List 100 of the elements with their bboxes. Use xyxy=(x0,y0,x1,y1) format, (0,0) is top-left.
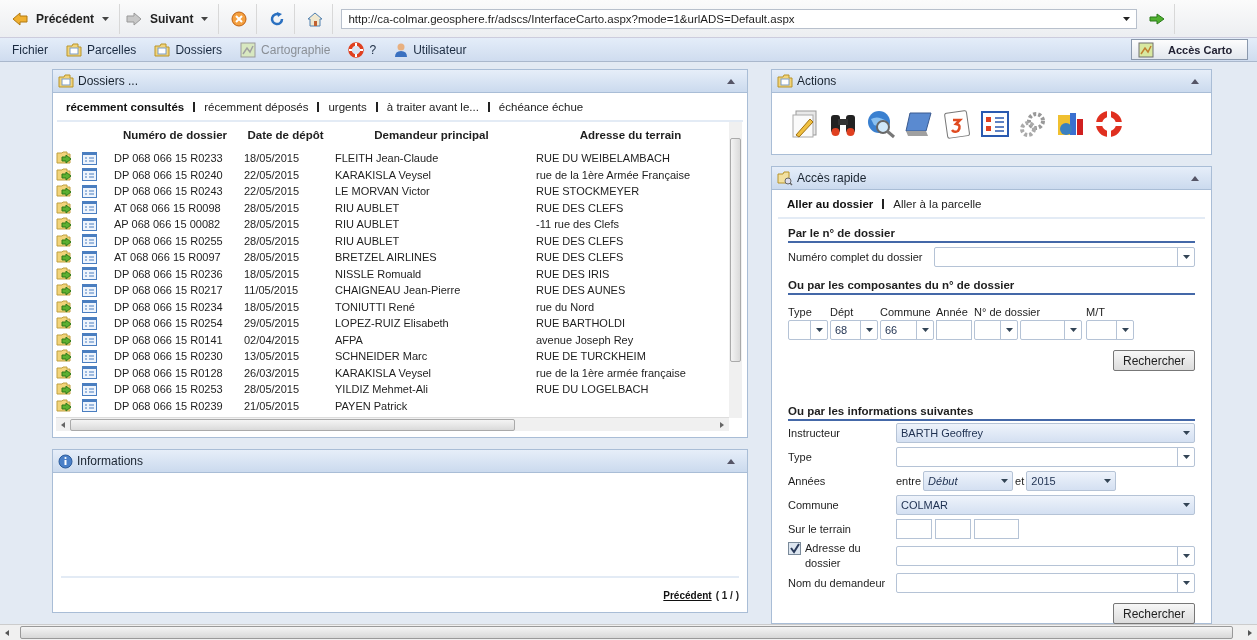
folder-arrow-icon[interactable] xyxy=(56,184,73,199)
caret-icon xyxy=(1182,554,1190,558)
map-icon xyxy=(1138,41,1154,58)
horizontal-scrollbar[interactable] xyxy=(0,624,1257,640)
horizontal-scrollbar[interactable] xyxy=(56,417,729,431)
tab[interactable]: urgents xyxy=(328,100,367,113)
table-cell-text: LOPEZ-RUIZ Elisabeth xyxy=(334,317,450,330)
form-icon[interactable] xyxy=(82,250,97,264)
field-label: Commune xyxy=(880,305,932,319)
globe-search-icon[interactable] xyxy=(866,109,896,139)
text-field[interactable] xyxy=(935,519,971,539)
table-cell-text: DP 068 066 15 R0243 xyxy=(113,185,224,198)
folder-arrow-icon[interactable] xyxy=(56,365,73,380)
collapse-icon[interactable] xyxy=(1191,78,1199,84)
table-cell-text: DP 068 066 15 R0230 xyxy=(113,350,224,363)
form-icon[interactable] xyxy=(82,184,97,198)
form-icon[interactable] xyxy=(82,333,97,347)
table-cell-text: DP 068 066 15 R0233 xyxy=(113,152,224,165)
address-field[interactable]: http://ca-colmar.geosphere.fr/adscs/InterfaceCarto.aspx?mode=1&urlADS=Default.aspx xyxy=(341,8,1138,29)
lifebuoy-icon[interactable] xyxy=(1094,109,1124,139)
map-access-button[interactable]: Accès Carto xyxy=(1131,39,1248,60)
tab[interactable]: Aller au dossier xyxy=(787,197,874,210)
scroll-left-icon[interactable] xyxy=(61,421,65,428)
menu-item[interactable]: Parcelles xyxy=(66,42,137,57)
collapse-icon[interactable] xyxy=(727,458,735,464)
dropdown[interactable]: Début xyxy=(923,471,1014,491)
folder-arrow-icon[interactable] xyxy=(56,233,73,248)
table-cell-text: RUE DU LOGELBACH xyxy=(535,383,650,396)
folder-arrow-icon[interactable] xyxy=(56,349,73,364)
dropdown[interactable]: 66 xyxy=(880,320,934,340)
tab[interactable]: à traiter avant le... xyxy=(386,100,479,113)
table-cell-text: 26/03/2015 xyxy=(243,366,301,379)
form-icon[interactable] xyxy=(82,399,97,413)
search-button[interactable]: Rechercher xyxy=(1113,350,1195,371)
folder-arrow-icon[interactable] xyxy=(56,200,73,215)
form-icon[interactable] xyxy=(82,300,97,314)
form-icon[interactable] xyxy=(82,316,97,330)
settings-icon[interactable] xyxy=(1018,109,1048,139)
search-button[interactable]: Rechercher xyxy=(1113,603,1195,624)
form-icon[interactable] xyxy=(82,366,97,380)
folder-arrow-icon[interactable] xyxy=(56,382,73,397)
table-cell-text: RUE DES CLEFS xyxy=(535,234,625,247)
tab[interactable]: récemment déposés xyxy=(204,100,309,113)
dropdown[interactable]: 2015 xyxy=(1026,471,1117,491)
previous-link[interactable]: Précédent xyxy=(663,589,712,601)
folder-arrow-icon[interactable] xyxy=(56,332,73,347)
form-icon[interactable] xyxy=(82,382,97,396)
dropdown[interactable]: BARTH Geoffrey xyxy=(896,423,1195,443)
text-field[interactable] xyxy=(974,519,1019,539)
edit-document-icon[interactable] xyxy=(790,109,820,139)
form-icon[interactable] xyxy=(82,234,97,248)
text-field[interactable] xyxy=(896,519,932,539)
checkbox[interactable] xyxy=(788,542,801,555)
folder-arrow-icon[interactable] xyxy=(56,250,73,265)
menu-item[interactable]: Utilisateur xyxy=(394,41,467,58)
field-label: Sur le terrain xyxy=(788,523,852,535)
folder-arrow-icon[interactable] xyxy=(56,283,73,298)
form-icon[interactable] xyxy=(82,283,97,297)
user-icon xyxy=(394,41,409,58)
folder-arrow-icon[interactable] xyxy=(56,398,73,413)
calendar-icon[interactable] xyxy=(942,109,972,139)
folder-arrow-icon[interactable] xyxy=(56,266,73,281)
form-icon[interactable] xyxy=(82,201,97,215)
forward-button[interactable]: Suivant xyxy=(122,3,220,34)
tab[interactable]: Aller à la parcelle xyxy=(893,197,982,210)
tab[interactable]: échéance échue xyxy=(498,100,584,113)
form-icon[interactable] xyxy=(82,217,97,231)
text-field[interactable] xyxy=(936,320,972,340)
folder-arrow-icon[interactable] xyxy=(56,151,73,166)
column-header: Numéro de dossier xyxy=(121,129,229,141)
table-cell-text: 22/05/2015 xyxy=(243,168,301,181)
folder-arrow-icon[interactable] xyxy=(56,316,73,331)
list-view-icon[interactable] xyxy=(980,109,1010,139)
scroll-right-icon[interactable] xyxy=(1248,629,1252,636)
folder-arrow-icon[interactable] xyxy=(56,299,73,314)
back-button[interactable]: Précédent xyxy=(8,3,121,34)
table-cell-text: RUE STOCKMEYER xyxy=(535,185,641,198)
form-icon[interactable] xyxy=(82,151,97,165)
scroll-left-icon[interactable] xyxy=(5,629,9,636)
vertical-scrollbar[interactable] xyxy=(729,122,742,418)
table-cell-text: DP 068 066 15 R0240 xyxy=(113,168,224,181)
collapse-icon[interactable] xyxy=(727,78,735,84)
field-label: N° de dossier xyxy=(974,305,1042,319)
dropdown[interactable]: 68 xyxy=(830,320,878,340)
collapse-icon[interactable] xyxy=(1191,175,1199,181)
folder-arrow-icon[interactable] xyxy=(56,217,73,232)
scroll-right-icon[interactable] xyxy=(720,421,724,428)
form-icon[interactable] xyxy=(82,267,97,281)
menu-item[interactable]: ? xyxy=(348,41,377,58)
dropdown[interactable]: COLMAR xyxy=(896,495,1195,515)
table-cell-text: RUE DES CLEFS xyxy=(535,201,625,214)
caret-icon xyxy=(102,16,110,21)
table-cell-text: FLEITH Jean-Claude xyxy=(334,152,440,165)
form-icon[interactable] xyxy=(82,349,97,363)
tab[interactable]: récemment consultés xyxy=(66,100,185,113)
table-cell-text: 18/05/2015 xyxy=(243,152,301,165)
form-icon[interactable] xyxy=(82,168,97,182)
folder-arrow-icon[interactable] xyxy=(56,167,73,182)
menu-item[interactable]: Fichier xyxy=(12,42,48,57)
menu-item[interactable]: Dossiers xyxy=(154,42,223,57)
